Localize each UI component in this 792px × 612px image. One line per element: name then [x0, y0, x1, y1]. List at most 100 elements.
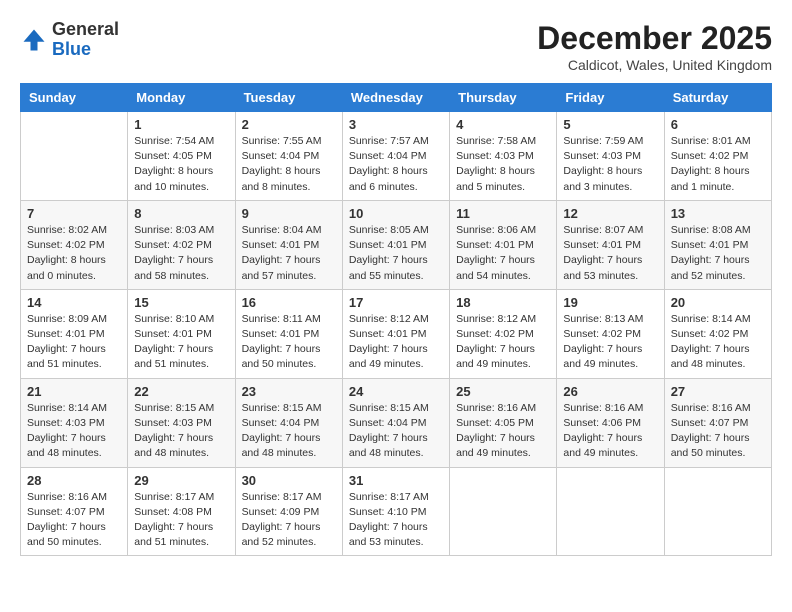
- day-info: Sunrise: 7:54 AMSunset: 4:05 PMDaylight:…: [134, 134, 228, 195]
- page-header: General Blue December 2025 Caldicot, Wal…: [20, 20, 772, 73]
- week-row-3: 14 Sunrise: 8:09 AMSunset: 4:01 PMDayligh…: [21, 289, 772, 378]
- day-info: Sunrise: 8:05 AMSunset: 4:01 PMDaylight:…: [349, 223, 443, 284]
- calendar-cell: 7Sunrise: 8:02 AMSunset: 4:02 PMDaylight…: [21, 200, 128, 289]
- calendar-cell: 12Sunrise: 8:07 AMSunset: 4:01 PMDayligh…: [557, 200, 664, 289]
- day-number: 2: [242, 117, 336, 132]
- day-info: Sunrise: 8:11 AMSunset: 4:01 PMDaylight:…: [242, 312, 336, 373]
- day-number: 17: [349, 295, 443, 310]
- day-number: 27: [671, 384, 765, 399]
- calendar-cell: 1 Sunrise: 7:54 AMSunset: 4:05 PMDaylight…: [128, 112, 235, 201]
- calendar-cell: 21 Sunrise: 8:14 AMSunset: 4:03 PMDayligh…: [21, 378, 128, 467]
- day-number: 10: [349, 206, 443, 221]
- day-info: Sunrise: 8:02 AMSunset: 4:02 PMDaylight:…: [27, 223, 121, 284]
- day-info: Sunrise: 8:17 AMSunset: 4:08 PMDaylight:…: [134, 490, 228, 551]
- calendar-cell: 10 Sunrise: 8:05 AMSunset: 4:01 PMDayligh…: [342, 200, 449, 289]
- calendar-cell: 31 Sunrise: 8:17 AMSunset: 4:10 PMDayligh…: [342, 467, 449, 556]
- header-cell-wednesday: Wednesday: [342, 84, 449, 112]
- calendar-cell: 28Sunrise: 8:16 AMSunset: 4:07 PMDayligh…: [21, 467, 128, 556]
- day-number: 9: [242, 206, 336, 221]
- day-info: Sunrise: 7:57 AMSunset: 4:04 PMDaylight:…: [349, 134, 443, 195]
- logo-text: General Blue: [52, 20, 119, 60]
- header-cell-thursday: Thursday: [450, 84, 557, 112]
- title-block: December 2025 Caldicot, Wales, United Ki…: [537, 20, 772, 73]
- calendar-cell: 25Sunrise: 8:16 AMSunset: 4:05 PMDayligh…: [450, 378, 557, 467]
- week-row-5: 28Sunrise: 8:16 AMSunset: 4:07 PMDayligh…: [21, 467, 772, 556]
- calendar-cell: 13Sunrise: 8:08 AMSunset: 4:01 PMDayligh…: [664, 200, 771, 289]
- day-info: Sunrise: 7:58 AMSunset: 4:03 PMDaylight:…: [456, 134, 550, 195]
- day-info: Sunrise: 8:03 AMSunset: 4:02 PMDaylight:…: [134, 223, 228, 284]
- calendar-cell: 23 Sunrise: 8:15 AMSunset: 4:04 PMDayligh…: [235, 378, 342, 467]
- day-number: 5: [563, 117, 657, 132]
- day-number: 28: [27, 473, 121, 488]
- day-number: 21: [27, 384, 121, 399]
- day-info: Sunrise: 8:14 AMSunset: 4:03 PMDaylight:…: [27, 401, 121, 462]
- calendar-cell: 14 Sunrise: 8:09 AMSunset: 4:01 PMDayligh…: [21, 289, 128, 378]
- calendar-cell: 22Sunrise: 8:15 AMSunset: 4:03 PMDayligh…: [128, 378, 235, 467]
- day-info: Sunrise: 8:15 AMSunset: 4:04 PMDaylight:…: [349, 401, 443, 462]
- day-info: Sunrise: 8:12 AMSunset: 4:02 PMDaylight:…: [456, 312, 550, 373]
- calendar-header: SundayMondayTuesdayWednesdayThursdayFrid…: [21, 84, 772, 112]
- calendar-cell: 8 Sunrise: 8:03 AMSunset: 4:02 PMDaylight…: [128, 200, 235, 289]
- calendar-cell: 30 Sunrise: 8:17 AMSunset: 4:09 PMDayligh…: [235, 467, 342, 556]
- calendar-cell: 5 Sunrise: 7:59 AMSunset: 4:03 PMDaylight…: [557, 112, 664, 201]
- day-info: Sunrise: 8:16 AMSunset: 4:07 PMDaylight:…: [671, 401, 765, 462]
- day-number: 25: [456, 384, 550, 399]
- header-row: SundayMondayTuesdayWednesdayThursdayFrid…: [21, 84, 772, 112]
- day-number: 4: [456, 117, 550, 132]
- day-info: Sunrise: 7:55 AMSunset: 4:04 PMDaylight:…: [242, 134, 336, 195]
- calendar-cell: 9Sunrise: 8:04 AMSunset: 4:01 PMDaylight…: [235, 200, 342, 289]
- header-cell-friday: Friday: [557, 84, 664, 112]
- day-number: 8: [134, 206, 228, 221]
- day-number: 12: [563, 206, 657, 221]
- day-number: 24: [349, 384, 443, 399]
- calendar-cell: 29 Sunrise: 8:17 AMSunset: 4:08 PMDayligh…: [128, 467, 235, 556]
- week-row-2: 7Sunrise: 8:02 AMSunset: 4:02 PMDaylight…: [21, 200, 772, 289]
- calendar-cell: 4 Sunrise: 7:58 AMSunset: 4:03 PMDaylight…: [450, 112, 557, 201]
- calendar-subtitle: Caldicot, Wales, United Kingdom: [537, 57, 772, 73]
- calendar-cell: [557, 467, 664, 556]
- day-number: 14: [27, 295, 121, 310]
- calendar-cell: 11Sunrise: 8:06 AMSunset: 4:01 PMDayligh…: [450, 200, 557, 289]
- day-info: Sunrise: 8:17 AMSunset: 4:09 PMDaylight:…: [242, 490, 336, 551]
- day-info: Sunrise: 8:14 AMSunset: 4:02 PMDaylight:…: [671, 312, 765, 373]
- day-number: 1: [134, 117, 228, 132]
- logo-general-text: General: [52, 19, 119, 39]
- calendar-cell: 6 Sunrise: 8:01 AMSunset: 4:02 PMDaylight…: [664, 112, 771, 201]
- calendar-cell: 19Sunrise: 8:13 AMSunset: 4:02 PMDayligh…: [557, 289, 664, 378]
- calendar-cell: 2 Sunrise: 7:55 AMSunset: 4:04 PMDaylight…: [235, 112, 342, 201]
- calendar-cell: 15 Sunrise: 8:10 AMSunset: 4:01 PMDayligh…: [128, 289, 235, 378]
- day-number: 30: [242, 473, 336, 488]
- day-info: Sunrise: 8:10 AMSunset: 4:01 PMDaylight:…: [134, 312, 228, 373]
- logo: General Blue: [20, 20, 119, 60]
- day-info: Sunrise: 8:01 AMSunset: 4:02 PMDaylight:…: [671, 134, 765, 195]
- header-cell-monday: Monday: [128, 84, 235, 112]
- day-number: 23: [242, 384, 336, 399]
- header-cell-sunday: Sunday: [21, 84, 128, 112]
- calendar-cell: [21, 112, 128, 201]
- day-number: 6: [671, 117, 765, 132]
- day-info: Sunrise: 8:13 AMSunset: 4:02 PMDaylight:…: [563, 312, 657, 373]
- calendar-cell: 18 Sunrise: 8:12 AMSunset: 4:02 PMDayligh…: [450, 289, 557, 378]
- calendar-cell: 16Sunrise: 8:11 AMSunset: 4:01 PMDayligh…: [235, 289, 342, 378]
- day-info: Sunrise: 8:15 AMSunset: 4:04 PMDaylight:…: [242, 401, 336, 462]
- logo-icon: [20, 26, 48, 54]
- day-info: Sunrise: 8:16 AMSunset: 4:06 PMDaylight:…: [563, 401, 657, 462]
- logo-blue-text: Blue: [52, 39, 91, 59]
- calendar-cell: 17Sunrise: 8:12 AMSunset: 4:01 PMDayligh…: [342, 289, 449, 378]
- day-info: Sunrise: 7:59 AMSunset: 4:03 PMDaylight:…: [563, 134, 657, 195]
- day-number: 22: [134, 384, 228, 399]
- day-number: 18: [456, 295, 550, 310]
- calendar-cell: 20 Sunrise: 8:14 AMSunset: 4:02 PMDayligh…: [664, 289, 771, 378]
- day-number: 29: [134, 473, 228, 488]
- calendar-table: SundayMondayTuesdayWednesdayThursdayFrid…: [20, 83, 772, 556]
- day-number: 15: [134, 295, 228, 310]
- day-number: 20: [671, 295, 765, 310]
- day-info: Sunrise: 8:09 AMSunset: 4:01 PMDaylight:…: [27, 312, 121, 373]
- day-info: Sunrise: 8:08 AMSunset: 4:01 PMDaylight:…: [671, 223, 765, 284]
- calendar-cell: 3Sunrise: 7:57 AMSunset: 4:04 PMDaylight…: [342, 112, 449, 201]
- day-number: 31: [349, 473, 443, 488]
- calendar-title: December 2025: [537, 20, 772, 57]
- day-info: Sunrise: 8:17 AMSunset: 4:10 PMDaylight:…: [349, 490, 443, 551]
- calendar-cell: [664, 467, 771, 556]
- calendar-cell: 24 Sunrise: 8:15 AMSunset: 4:04 PMDayligh…: [342, 378, 449, 467]
